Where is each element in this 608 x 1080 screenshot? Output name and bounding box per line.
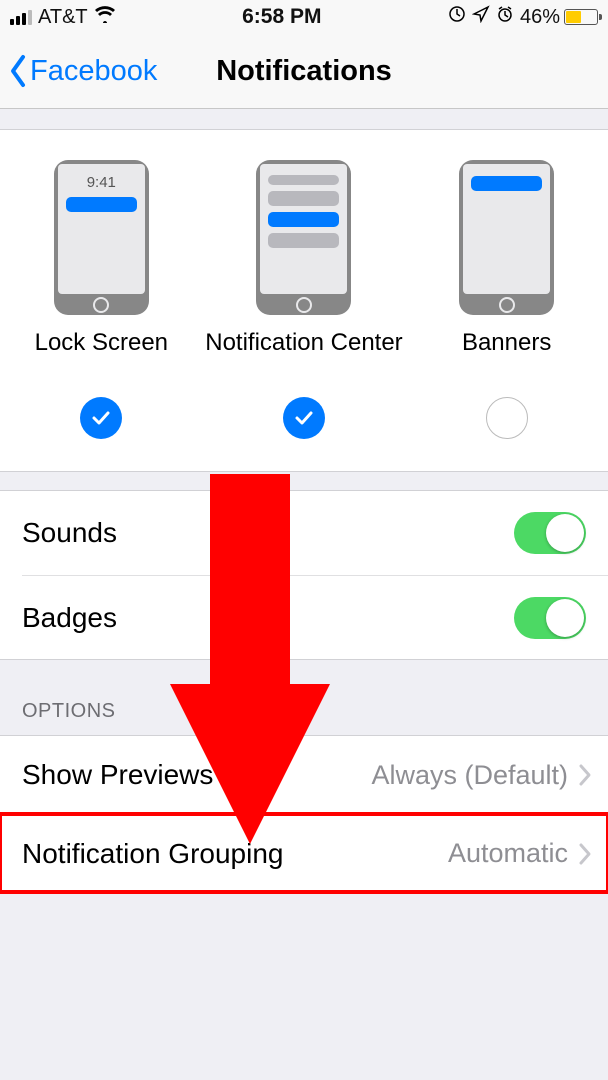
row-label: Notification Grouping xyxy=(22,838,283,870)
checkmark-lock-screen[interactable] xyxy=(80,397,122,439)
row-notification-grouping[interactable]: Notification Grouping Automatic xyxy=(0,814,608,892)
page-title: Notifications xyxy=(216,55,392,88)
nav-bar: Facebook Notifications xyxy=(0,34,608,109)
battery-percent: 46% xyxy=(520,6,560,29)
alert-label: Notification Center xyxy=(205,329,402,387)
banners-preview-icon xyxy=(459,160,554,315)
toggle-badges[interactable] xyxy=(514,597,586,639)
wifi-icon xyxy=(94,5,116,29)
row-show-previews[interactable]: Show Previews Always (Default) xyxy=(0,736,608,814)
battery-icon xyxy=(564,9,598,25)
chevron-right-icon xyxy=(578,842,592,866)
toggle-sounds[interactable] xyxy=(514,512,586,554)
carrier-label: AT&T xyxy=(38,6,88,29)
signal-bars-icon xyxy=(10,10,32,25)
row-badges[interactable]: Badges xyxy=(22,575,608,659)
alert-option-lock-screen[interactable]: 9:41 Lock Screen xyxy=(0,160,203,387)
notification-center-preview-icon xyxy=(256,160,351,315)
toggles-section: Sounds Badges xyxy=(0,490,608,660)
location-icon xyxy=(472,5,490,29)
status-time: 6:58 PM xyxy=(242,5,321,29)
section-header-options: OPTIONS xyxy=(0,660,608,735)
row-value: Automatic xyxy=(448,838,568,869)
check-icon xyxy=(89,406,113,430)
row-label: Badges xyxy=(22,602,117,634)
status-bar: AT&T 6:58 PM 46% xyxy=(0,0,608,34)
checkmark-banners[interactable] xyxy=(486,397,528,439)
alert-label: Banners xyxy=(462,329,551,387)
row-label: Show Previews xyxy=(22,759,213,791)
checkmark-notification-center[interactable] xyxy=(283,397,325,439)
row-value: Always (Default) xyxy=(371,760,568,791)
mock-time: 9:41 xyxy=(58,164,145,191)
back-label: Facebook xyxy=(30,55,157,88)
check-icon xyxy=(292,406,316,430)
chevron-right-icon xyxy=(578,763,592,787)
row-label: Sounds xyxy=(22,517,117,549)
back-button[interactable]: Facebook xyxy=(6,54,157,88)
options-section: Show Previews Always (Default) Notificat… xyxy=(0,735,608,893)
chevron-left-icon xyxy=(8,54,28,88)
alert-option-notification-center[interactable]: Notification Center xyxy=(203,160,406,387)
row-sounds[interactable]: Sounds xyxy=(0,491,608,575)
alert-label: Lock Screen xyxy=(35,329,168,387)
rotation-lock-icon xyxy=(448,5,466,29)
alarm-icon xyxy=(496,5,514,29)
alert-option-banners[interactable]: Banners xyxy=(405,160,608,387)
lock-screen-preview-icon: 9:41 xyxy=(54,160,149,315)
alerts-section: 9:41 Lock Screen Notification Center xyxy=(0,129,608,472)
